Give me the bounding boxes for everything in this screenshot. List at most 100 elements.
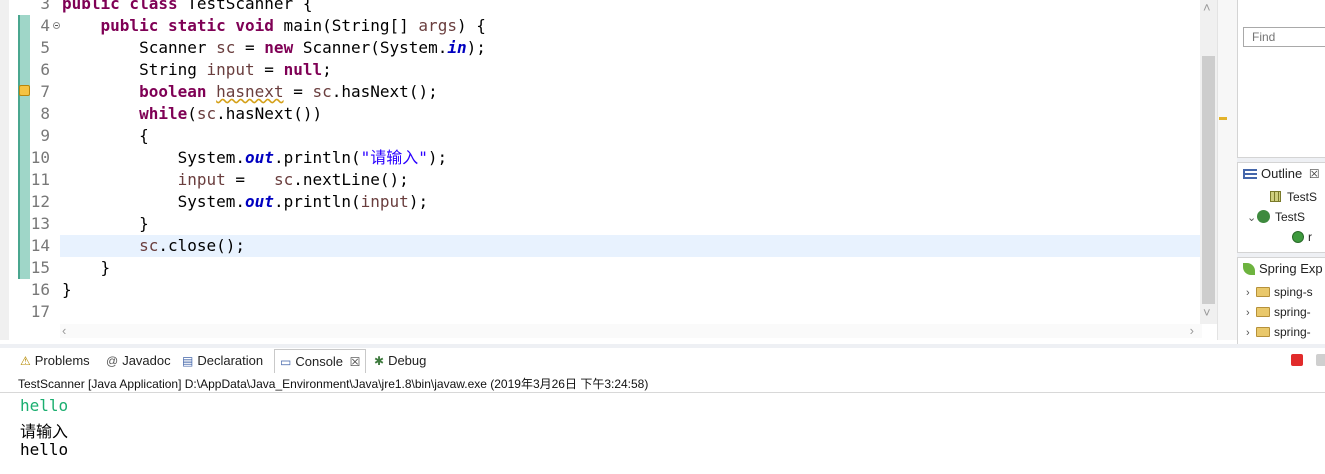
terminate-icon[interactable] [1291, 354, 1303, 366]
code-token: ); [427, 148, 448, 167]
code-token: sc [312, 82, 332, 101]
code-line[interactable]: 10 System.out.println("请输入"); [0, 147, 1200, 169]
outline-item-class[interactable]: ⌄ TestS [1247, 210, 1305, 224]
code-token: boolean [139, 82, 207, 101]
chevron-right-icon[interactable]: › [1246, 287, 1256, 299]
remove-launch-icon[interactable] [1316, 354, 1325, 366]
tab-spring-explorer[interactable]: Spring Exp [1243, 261, 1323, 276]
scroll-down-icon[interactable]: ˅ [1203, 306, 1211, 320]
code-editor[interactable]: 3 public class TestScanner {4 public stat… [0, 0, 1217, 340]
code-line[interactable]: 15 } [0, 257, 1200, 279]
line-number: 5 [40, 38, 50, 57]
code-line[interactable]: 12 System.out.println(input); [0, 191, 1200, 213]
spring-project-label: sping-s [1274, 285, 1313, 299]
console-tab-bar-edge [0, 344, 1325, 348]
code-line[interactable]: 16} [0, 279, 1200, 301]
code-token: out [245, 192, 274, 211]
line-number: 15 [30, 258, 50, 277]
spring-project-item[interactable]: › spring- [1246, 325, 1311, 339]
code-token: .nextLine(); [293, 170, 409, 189]
chevron-down-icon[interactable]: ⌄ [1247, 211, 1257, 224]
problems-icon: ⚠ [20, 354, 31, 368]
console-process-description: TestScanner [Java Application] D:\AppDat… [18, 377, 649, 391]
code-text[interactable]: System.out.println(input); [62, 191, 428, 213]
code-token: String [62, 60, 207, 79]
code-line[interactable]: 6 String input = null; [0, 59, 1200, 81]
tab-problems[interactable]: ⚠ Problems [20, 353, 90, 371]
folder-icon [1256, 327, 1270, 337]
code-token: .hasNext()) [216, 104, 323, 123]
code-text[interactable]: String input = null; [62, 59, 332, 81]
spring-project-item[interactable]: › spring- [1246, 305, 1311, 319]
code-line[interactable]: 3 public class TestScanner { [0, 0, 1200, 15]
code-text[interactable]: Scanner sc = new Scanner(System.in); [62, 37, 486, 59]
line-number: 9 [40, 126, 50, 145]
code-text[interactable]: { [62, 125, 149, 147]
line-number: 4 [40, 16, 50, 35]
code-line[interactable]: 4 public static void main(String[] args)… [0, 15, 1200, 37]
code-text[interactable]: public class TestScanner { [62, 0, 312, 15]
outline-icon [1243, 169, 1257, 179]
code-line[interactable]: 8 while(sc.hasNext()) [0, 103, 1200, 125]
code-token: ; [322, 60, 332, 79]
line-number: 8 [40, 104, 50, 123]
code-text[interactable]: } [62, 279, 72, 301]
code-token: args [418, 16, 457, 35]
code-line[interactable]: 11 input = sc.nextLine(); [0, 169, 1200, 191]
code-text[interactable]: sc.close(); [62, 235, 245, 257]
code-line[interactable]: 7 boolean hasnext = sc.hasNext(); [0, 81, 1200, 103]
outline-item-import[interactable]: TestS [1270, 190, 1317, 204]
find-input[interactable] [1243, 27, 1325, 47]
horizontal-scrollbar[interactable]: ‹ › [60, 324, 1202, 338]
code-line[interactable]: 13 } [0, 213, 1200, 235]
overview-ruler[interactable] [1217, 0, 1237, 340]
method-icon [1292, 231, 1304, 243]
code-text[interactable]: public static void main(String[] args) { [62, 15, 486, 37]
scroll-left-icon[interactable]: ‹ [62, 324, 66, 338]
tab-console[interactable]: ▭ Console ☒ [274, 349, 367, 373]
scroll-up-icon[interactable]: ˄ [1203, 1, 1211, 15]
spring-project-item[interactable]: › sping-s [1246, 285, 1313, 299]
code-text[interactable]: } [62, 257, 111, 279]
tab-label: Console [295, 354, 344, 369]
code-text[interactable]: input = sc.nextLine(); [62, 169, 409, 191]
javadoc-icon: @ [106, 354, 119, 368]
spring-leaf-icon [1243, 263, 1255, 275]
warning-icon[interactable] [19, 85, 30, 96]
code-text[interactable]: boolean hasnext = sc.hasNext(); [62, 81, 438, 103]
overview-warning-marker[interactable] [1219, 117, 1227, 120]
tab-declaration[interactable]: ▤ Declaration [182, 353, 263, 371]
code-token: out [245, 148, 274, 167]
code-token: "请输入" [360, 148, 428, 167]
tab-javadoc[interactable]: @ Javadoc [106, 353, 171, 371]
tab-debug[interactable]: ✱ Debug [374, 353, 426, 371]
console-icon: ▭ [280, 355, 292, 369]
code-line[interactable]: 9 { [0, 125, 1200, 147]
scroll-right-icon[interactable]: › [1190, 324, 1194, 338]
line-number: 14 [30, 236, 50, 255]
code-token: hasnext [216, 82, 284, 101]
code-text[interactable]: } [62, 213, 149, 235]
code-text[interactable]: while(sc.hasNext()) [62, 103, 322, 125]
close-icon[interactable]: ☒ [350, 355, 361, 369]
code-token: System. [62, 148, 246, 167]
code-line[interactable]: 17 [0, 301, 1200, 323]
spring-project-label: spring- [1274, 305, 1311, 319]
console-output-line: 请输入 [20, 422, 69, 441]
code-token: .println( [273, 148, 361, 167]
line-number: 13 [30, 214, 50, 233]
chevron-right-icon[interactable]: › [1246, 327, 1256, 339]
outline-item-method[interactable]: r [1292, 230, 1312, 244]
code-line[interactable]: 5 Scanner sc = new Scanner(System.in); [0, 37, 1200, 59]
code-token: sc [273, 170, 294, 189]
tab-outline[interactable]: Outline ☒ [1243, 166, 1320, 181]
vertical-scroll-thumb[interactable] [1202, 56, 1215, 304]
close-icon[interactable]: ☒ [1309, 167, 1320, 181]
code-line[interactable]: 14 sc.close(); [31, 235, 1200, 257]
code-text[interactable]: System.out.println("请输入"); [62, 147, 448, 169]
chevron-right-icon[interactable]: › [1246, 307, 1256, 319]
line-number: 12 [30, 192, 50, 211]
fold-collapse-icon[interactable] [53, 22, 60, 29]
